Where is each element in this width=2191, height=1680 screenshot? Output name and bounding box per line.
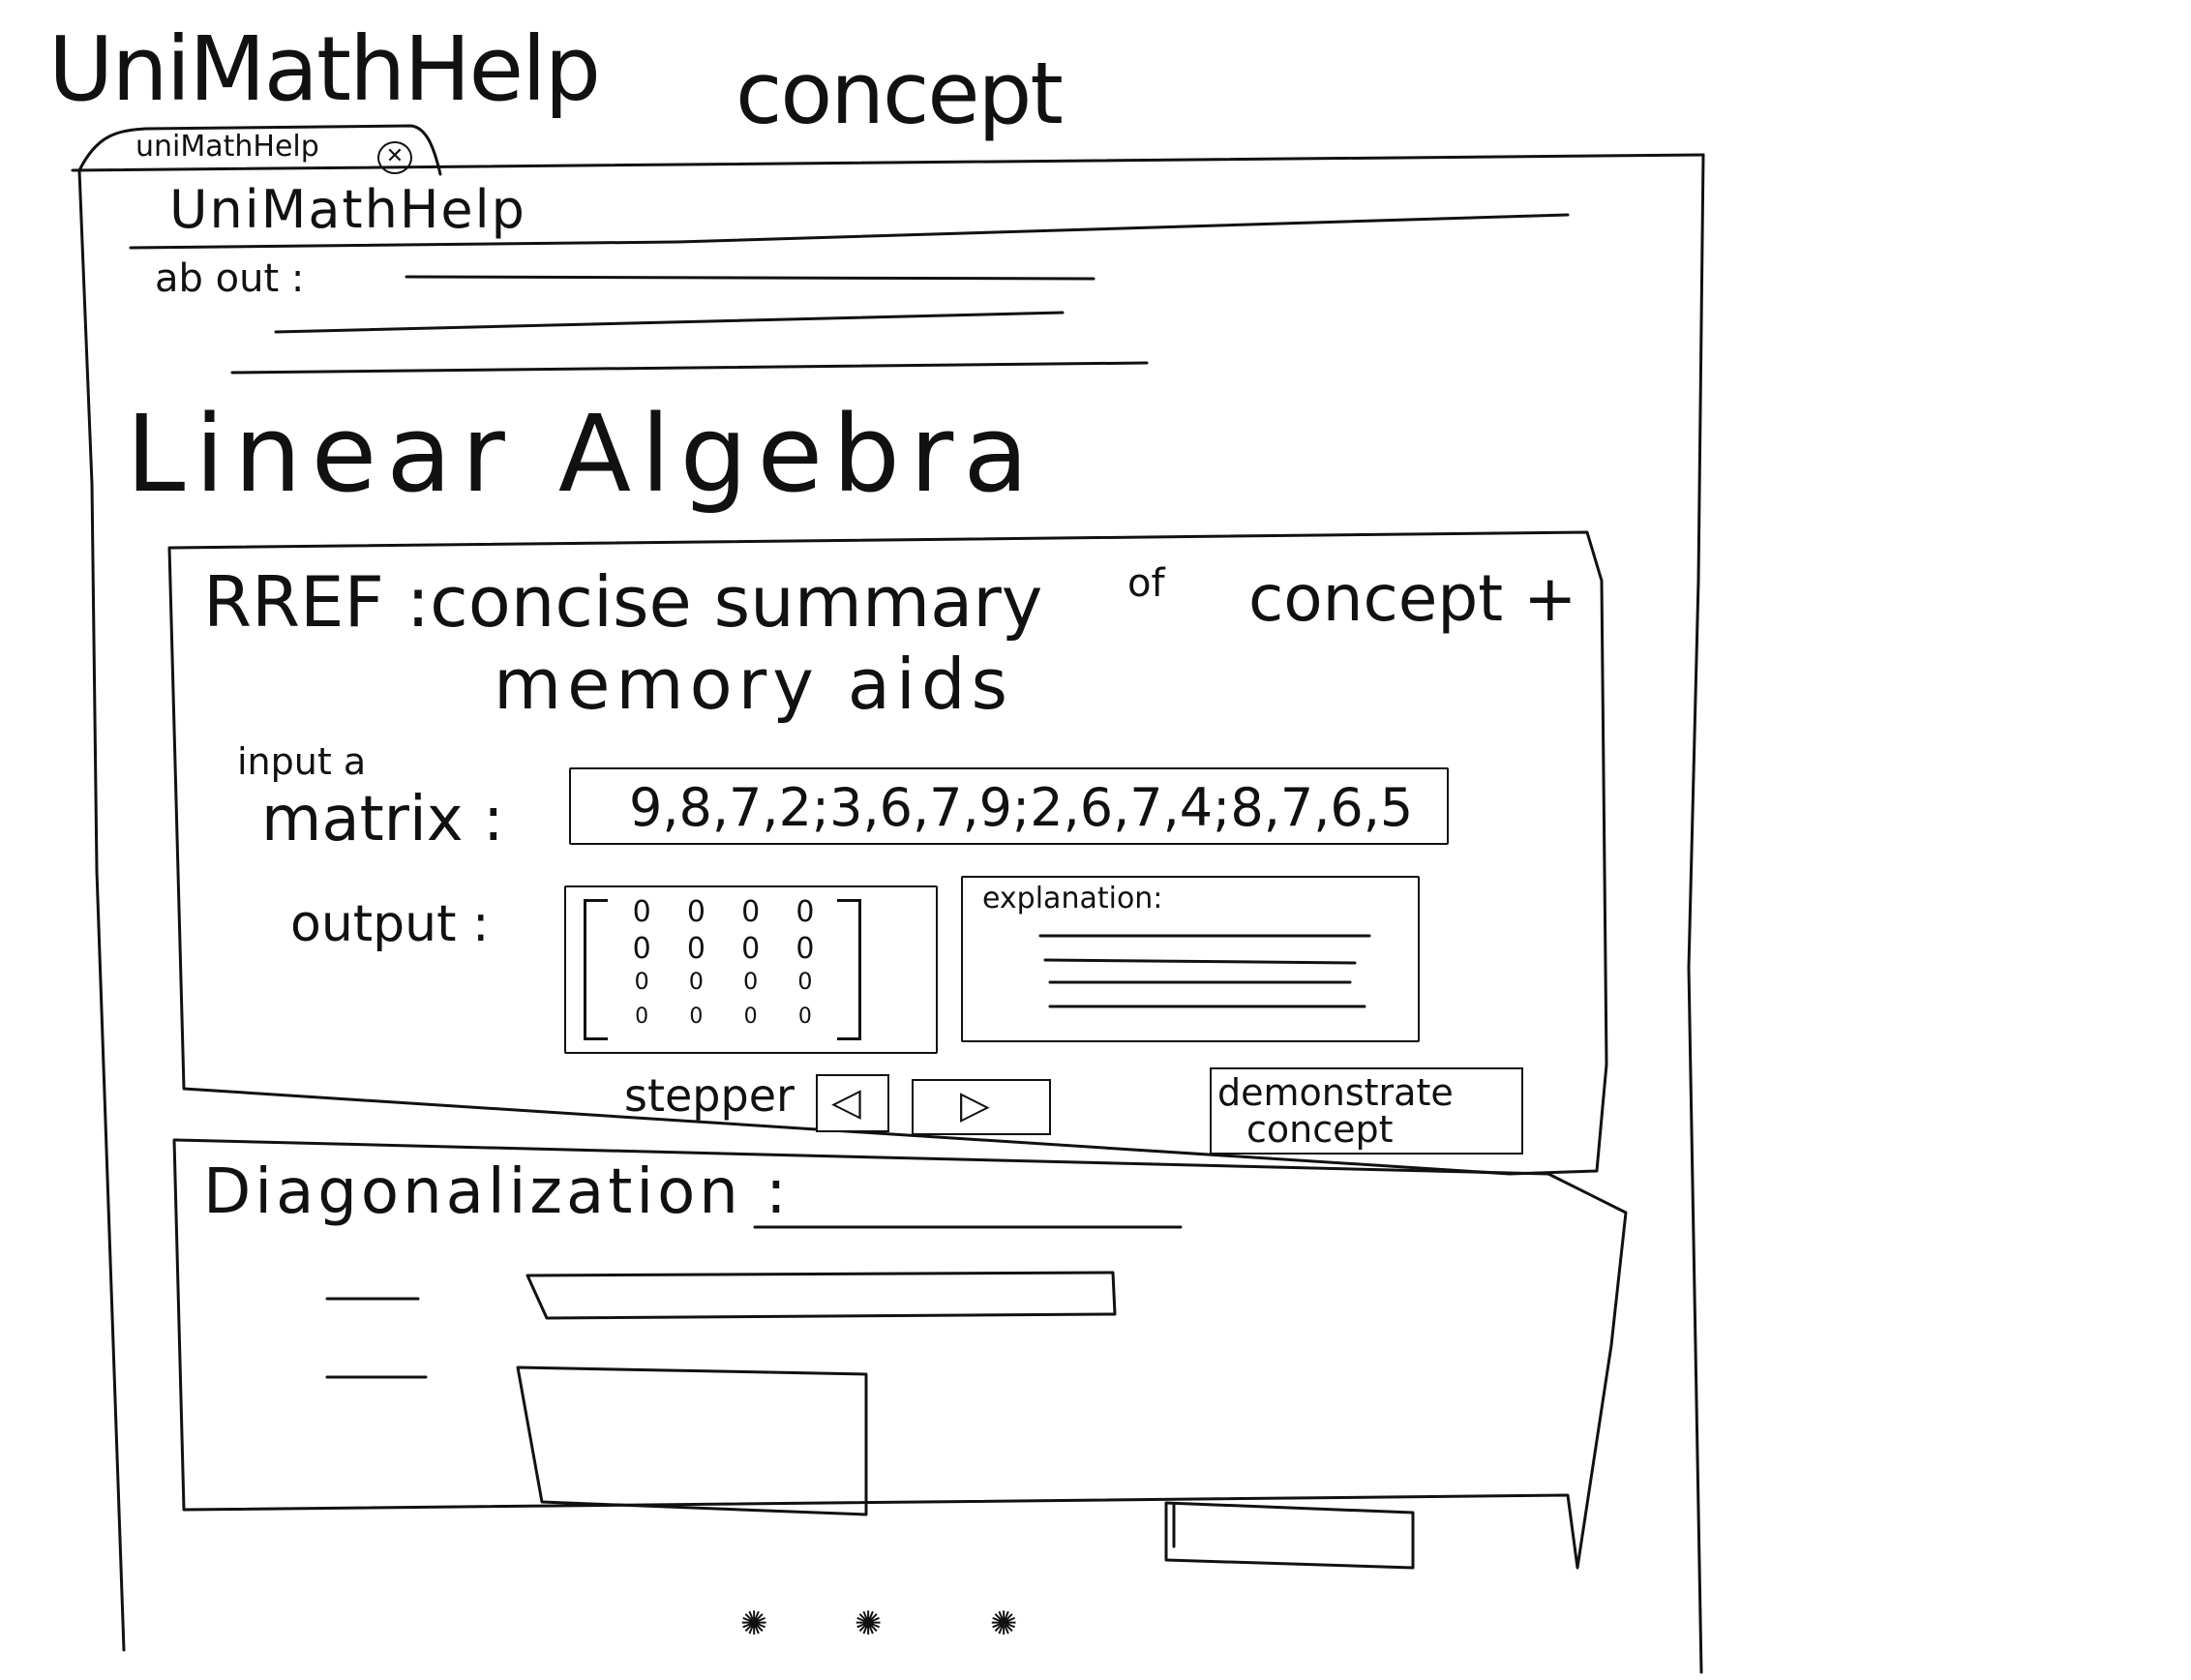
matrix-cell: 0 xyxy=(797,968,813,995)
input-label-big: matrix : xyxy=(261,784,504,855)
about-label: ab out : xyxy=(155,256,305,301)
stepper-next-button[interactable]: ▷ xyxy=(912,1079,1051,1135)
matrix-cell: 0 xyxy=(741,895,761,929)
site-title: UniMathHelp xyxy=(169,179,526,240)
matrix-input-value: 9,8,7,2;3,6,7,9;2,6,7,4;8,7,6,5 xyxy=(629,777,1414,838)
scribble-icon[interactable]: ✺ xyxy=(740,1605,768,1643)
matrix-input[interactable]: 9,8,7,2;3,6,7,9;2,6,7,4;8,7,6,5 xyxy=(569,767,1449,845)
matrix-cell: 0 xyxy=(742,968,759,995)
matrix-cell: 0 xyxy=(741,931,761,966)
output-matrix: 0 0 0 0 0 0 0 0 0 0 0 0 0 0 0 0 xyxy=(615,895,832,1040)
diag-action-button[interactable] xyxy=(1166,1505,1413,1563)
matrix-cell: 0 xyxy=(632,931,651,966)
triangle-right-icon: ▷ xyxy=(960,1083,990,1127)
matrix-cell: 0 xyxy=(688,968,705,995)
triangle-left-icon: ◁ xyxy=(831,1080,861,1125)
matrix-cell: 0 xyxy=(743,1004,758,1029)
matrix-cell: 0 xyxy=(795,931,815,966)
rref-heading-of: of xyxy=(1127,561,1165,606)
rref-heading: RREF :concise summary xyxy=(203,561,1043,643)
explanation-label: explanation: xyxy=(982,882,1163,915)
output-matrix-box: 0 0 0 0 0 0 0 0 0 0 0 0 0 0 0 0 xyxy=(564,885,938,1054)
section-title: Linear Algebra xyxy=(126,392,1038,516)
scribble-icon[interactable]: ✺ xyxy=(855,1605,883,1643)
diag-output-box xyxy=(523,1370,866,1512)
bracket-left xyxy=(584,899,608,1040)
explanation-box: explanation: xyxy=(961,876,1420,1042)
stepper-label: stepper xyxy=(624,1069,795,1122)
close-icon[interactable]: ✕ xyxy=(377,141,412,174)
diag-heading: Diagonalization : xyxy=(203,1156,791,1228)
sketch-title: UniMathHelp xyxy=(48,17,601,121)
scribble-icon[interactable]: ✺ xyxy=(990,1605,1018,1643)
matrix-cell: 0 xyxy=(686,895,705,929)
matrix-cell: 0 xyxy=(632,895,651,929)
matrix-cell: 0 xyxy=(635,1004,649,1029)
diag-input[interactable] xyxy=(527,1275,1113,1316)
matrix-cell: 0 xyxy=(686,931,705,966)
rref-heading-tail: concept + xyxy=(1248,561,1577,636)
bracket-right xyxy=(837,899,861,1040)
matrix-cell: 0 xyxy=(634,968,649,995)
rref-heading-line2: memory aids xyxy=(494,644,1014,725)
demonstrate-label-line2: concept xyxy=(1246,1108,1394,1151)
input-label-small: input a xyxy=(237,740,367,783)
browser-tab-label: uniMathHelp xyxy=(135,130,319,164)
stepper-prev-button[interactable]: ◁ xyxy=(816,1074,889,1132)
matrix-cell: 0 xyxy=(795,895,815,929)
sketch-subtitle: concept xyxy=(735,44,1064,143)
matrix-cell: 0 xyxy=(797,1004,812,1029)
output-label: output : xyxy=(290,895,490,953)
browser-tab[interactable]: uniMathHelp ✕ xyxy=(135,130,416,174)
demonstrate-concept-button[interactable]: demonstrate concept xyxy=(1210,1067,1523,1155)
matrix-cell: 0 xyxy=(689,1004,704,1029)
